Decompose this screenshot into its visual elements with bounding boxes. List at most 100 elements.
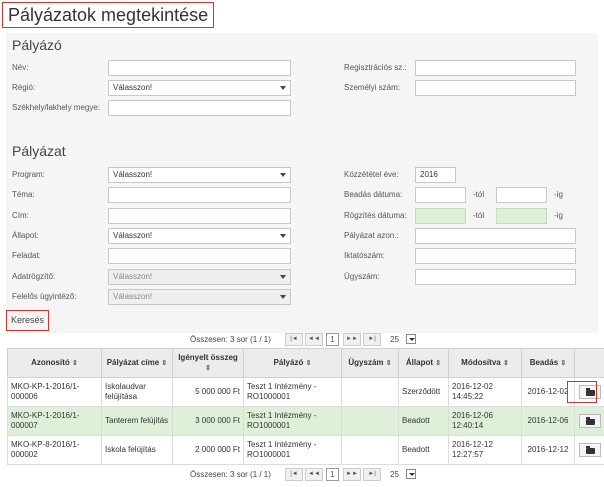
table-row[interactable]: MKO-KP-1-2016/1-000006 Iskolaudvar felúj… (7, 377, 604, 407)
column-header-applicant[interactable]: Pályázó ⇕ (243, 348, 342, 378)
next-page-button[interactable]: ►► (343, 333, 361, 346)
name-input[interactable] (108, 60, 291, 76)
prev-page-button[interactable]: ◄◄ (305, 333, 323, 346)
page-number-button[interactable]: 1 (326, 468, 339, 481)
cell-title: Tanterem felújítás (101, 406, 173, 436)
last-page-button[interactable]: ►| (363, 468, 381, 481)
cell-modified: 2016-12-02 14:45:22 (448, 377, 522, 407)
appid-input[interactable] (415, 228, 576, 244)
chevron-down-icon (280, 295, 286, 299)
cell-modified: 2016-12-06 12:40:14 (448, 406, 522, 436)
task-input[interactable] (108, 248, 291, 264)
cell-applicant: Teszt 1 Intézmény - RO1000001 (243, 406, 342, 436)
caseno-input[interactable] (415, 269, 576, 285)
folder-open-icon (585, 446, 595, 454)
status-select[interactable]: Válasszon! (108, 228, 291, 244)
seat-label: Székhely/lakhely megye: (12, 103, 101, 112)
column-header-submitted[interactable]: Beadás ⇕ (521, 348, 575, 378)
pager-top: Összesen: 3 sor (1 / 1) |◄ ◄◄ 1 ►► ►| 25 (190, 333, 420, 347)
open-button[interactable] (578, 443, 601, 457)
cell-id: MKO-KP-8-2016/1-000002 (7, 435, 102, 465)
page-title: Pályázatok megtekintése (2, 2, 215, 28)
title-input[interactable] (108, 208, 291, 224)
first-page-button[interactable]: |◄ (285, 333, 303, 346)
column-header-title[interactable]: Pályázat címe ⇕ (101, 348, 173, 378)
submit-date-from-input[interactable] (415, 187, 466, 203)
chevron-down-icon (280, 173, 286, 177)
column-header-modified[interactable]: Módosítva ⇕ (448, 348, 522, 378)
next-page-button[interactable]: ►► (343, 468, 361, 481)
personal-input[interactable] (415, 80, 576, 96)
section-title-applicant: Pályázó (12, 37, 62, 53)
open-button[interactable] (578, 414, 601, 428)
folder-open-icon (585, 417, 595, 425)
last-page-button[interactable]: ►| (363, 333, 381, 346)
cell-status: Beadott (398, 406, 449, 436)
cell-status: Szerződött (398, 377, 449, 407)
seat-input[interactable] (108, 100, 291, 116)
page-size-value: 25 (390, 335, 399, 344)
cell-actions (574, 406, 604, 436)
chevron-down-icon (280, 234, 286, 238)
sort-icon: ⇕ (161, 359, 168, 367)
chevron-down-icon (280, 275, 286, 279)
chevron-down-icon (406, 334, 416, 344)
page-size-select[interactable]: 25 (390, 333, 416, 346)
chevron-down-icon (280, 86, 286, 90)
submit-date-to-input[interactable] (496, 187, 547, 203)
submit-from-label: -tól (473, 190, 485, 199)
search-panel (6, 33, 598, 333)
topic-input[interactable] (108, 187, 291, 203)
sort-icon: ⇕ (435, 359, 442, 367)
column-header-amount[interactable]: Igényelt összeg ⇕ (172, 348, 244, 378)
regnum-input[interactable] (415, 60, 576, 76)
column-header-case[interactable]: Ügyszám ⇕ (341, 348, 399, 378)
recorder-label: Adatrögzítő: (12, 272, 56, 281)
page-size-select[interactable]: 25 (390, 468, 416, 481)
regnum-label: Regisztrációs sz.: (344, 63, 407, 72)
sort-icon: ⇕ (72, 359, 78, 367)
cell-amount: 3 000 000 Ft (172, 406, 244, 436)
officer-select-value: Válasszon! (113, 292, 153, 301)
record-date-label: Rögzítés dátuma: (344, 211, 407, 220)
program-select[interactable]: Válasszon! (108, 167, 291, 183)
cell-case (341, 377, 399, 407)
column-header-id[interactable]: Azonosító ⇕ (7, 348, 102, 378)
table-row[interactable]: MKO-KP-8-2016/1-000002 Iskola felújítás … (7, 435, 604, 465)
record-date-from-input[interactable] (415, 208, 466, 224)
filing-input[interactable] (415, 248, 576, 264)
filing-label: Iktatószám: (344, 251, 385, 260)
cell-applicant: Teszt 1 Intézmény - RO1000001 (243, 435, 342, 465)
table-row[interactable]: MKO-KP-1-2016/1-000007 Tanterem felújítá… (7, 406, 604, 436)
cell-actions (574, 435, 604, 465)
cell-amount: 2 000 000 Ft (172, 435, 244, 465)
recorder-select: Válasszon! (108, 269, 291, 285)
first-page-button[interactable]: |◄ (285, 468, 303, 481)
name-label: Név: (12, 63, 29, 72)
results-table: Azonosító ⇕ Pályázat címe ⇕ Igényelt öss… (7, 348, 604, 465)
officer-label: Felelős ügyintéző: (12, 292, 77, 301)
page-number-button[interactable]: 1 (326, 333, 339, 346)
title-label: Cím: (12, 211, 29, 220)
caseno-label: Ügyszám: (344, 272, 380, 281)
status-label: Állapot: (12, 231, 39, 240)
region-select-value: Válasszon! (113, 83, 153, 92)
column-header-status[interactable]: Állapot ⇕ (398, 348, 449, 378)
cell-title: Iskola felújítás (101, 435, 173, 465)
sort-icon: ⇕ (305, 359, 312, 367)
cell-title: Iskolaudvar felújítása (101, 377, 173, 407)
highlight-open-button (567, 381, 597, 403)
cell-case (341, 406, 399, 436)
pager-summary: Összesen: 3 sor (1 / 1) (190, 470, 271, 479)
submit-to-label: -ig (554, 190, 563, 199)
recorder-select-value: Válasszon! (113, 272, 153, 281)
cell-id: MKO-KP-1-2016/1-000007 (7, 406, 102, 436)
status-select-value: Válasszon! (113, 231, 153, 240)
search-button[interactable]: Keresés (6, 310, 50, 331)
pubyear-input[interactable]: 2016 (415, 167, 456, 183)
record-date-to-input[interactable] (496, 208, 547, 224)
prev-page-button[interactable]: ◄◄ (305, 468, 323, 481)
program-label: Program: (12, 170, 45, 179)
region-select[interactable]: Válasszon! (108, 80, 291, 96)
program-select-value: Válasszon! (113, 170, 153, 179)
